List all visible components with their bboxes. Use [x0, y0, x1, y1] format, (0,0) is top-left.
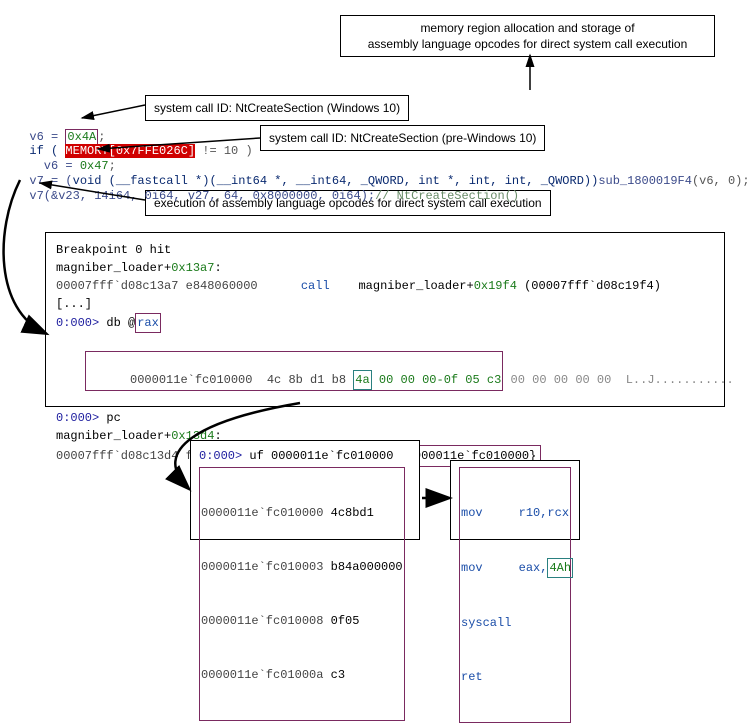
token-args: (v6, 0); [692, 174, 747, 188]
dbg-ascii: 00 00 00 00 00 L..J........... [503, 373, 733, 387]
dbg-cmd: pc [106, 411, 120, 425]
debugger-panel-main: Breakpoint 0 hit magniber_loader+0x13a7:… [45, 232, 725, 407]
dbg-prompt: 0:000> [56, 316, 106, 330]
dbg-hex: 4c8bd1 [331, 506, 374, 520]
dbg-prompt: 0:000> [56, 411, 106, 425]
dbg-ellipsis: [...] [56, 295, 714, 313]
token-comment: // NtCreateSection() [375, 189, 519, 203]
dbg-addr: 0000011e`fc010003 [201, 560, 331, 574]
dbg-text: magniber_loader+ [330, 279, 474, 293]
dbg-addr: 00007fff`d08c13a7 e848060000 [56, 279, 301, 293]
dbg-text: : [214, 261, 221, 275]
highlight-4a-byte: 4a [353, 370, 371, 390]
dbg-hex: 0f05 [331, 614, 360, 628]
dbg-breakpoint: Breakpoint 0 hit [56, 241, 714, 259]
asm-mnemonic: ret [461, 670, 483, 684]
dbg-text: magniber_loader+ [56, 261, 171, 275]
label-memory-allocation: memory region allocation and storage of … [340, 15, 715, 57]
highlight-asm-rows: mov r10,rcx mov eax,4Ah syscall ret [459, 467, 571, 723]
dbg-prompt-db: 0:000> db @rax [56, 313, 714, 333]
label-syscall-win10: system call ID: NtCreateSection (Windows… [145, 95, 409, 121]
dbg-hex: b84a000000 [331, 560, 403, 574]
asm-operands: eax, [519, 561, 548, 575]
uf-row-4: 0000011e`fc01000a c3 [201, 666, 403, 684]
dbg-bytes: 00 00 00-0f 05 [372, 373, 487, 387]
dbg-prompt: 0:000> [199, 449, 249, 463]
dbg-line-call: 00007fff`d08c13a7 e848060000 call magnib… [56, 277, 714, 295]
dbg-byte: 4a [355, 373, 369, 387]
dbg-byte: c3 [487, 373, 501, 387]
dbg-line-module-off: magniber_loader+0x13a7: [56, 259, 714, 277]
asm-row-mov2: mov eax,4Ah [461, 558, 569, 578]
highlight-uf-rows: 0000011e`fc010000 4c8bd1 0000011e`fc0100… [199, 467, 405, 721]
dbg-cmd: uf 0000011e`fc010000 [249, 449, 393, 463]
dbg-addr: 0000011e`fc010000 4c 8b d1 b8 [130, 373, 353, 387]
asm-mnemonic: syscall [461, 616, 511, 630]
dbg-hex: c3 [331, 668, 345, 682]
dbg-text: magniber_loader+ [56, 429, 171, 443]
token-cmp: != 10 ) [195, 144, 253, 158]
dbg-reg: rax [137, 316, 159, 330]
uf-row-3: 0000011e`fc010008 0f05 [201, 612, 403, 630]
dbg-prompt-pc: 0:000> pc [56, 409, 714, 427]
dbg-addr: 0000011e`fc010008 [201, 614, 331, 628]
asm-immediate: 4Ah [549, 561, 571, 575]
asm-row-mov1: mov r10,rcx [461, 504, 569, 522]
uf-row-1: 0000011e`fc010000 4c8bd1 [201, 504, 403, 522]
highlight-memdump: 0000011e`fc010000 4c 8b d1 b8 4a 00 00 0… [85, 351, 504, 391]
dbg-prompt-uf: 0:000> uf 0000011e`fc010000 [199, 447, 411, 465]
asm-row-ret: ret [461, 668, 569, 686]
dbg-addr: 0000011e`fc01000a [201, 668, 331, 682]
dbg-offset: 0x19f4 [474, 279, 517, 293]
token-call: v7(&v23, 14i64, 0i64, v27, 64, 0x8000000… [29, 189, 375, 203]
dbg-cmd: db @ [106, 316, 135, 330]
asm-mnemonic: mov [461, 561, 483, 575]
dbg-mnemonic: call [301, 279, 330, 293]
label-syscall-prewin10: system call ID: NtCreateSection (pre-Win… [260, 125, 545, 151]
asm-operands: r10,rcx [519, 506, 569, 520]
dbg-text: (00007fff`d08c19f4) [517, 279, 661, 293]
assembly-panel: mov r10,rcx mov eax,4Ah syscall ret [450, 460, 580, 540]
src-line-v7-call: v7(&v23, 14i64, 0i64, v27, 64, 0x8000000… [15, 175, 519, 203]
token-func: sub_1800019F4 [598, 174, 692, 188]
asm-row-syscall: syscall [461, 614, 569, 632]
dbg-memory-dump: 0000011e`fc010000 4c 8b d1 b8 4a 00 00 0… [56, 333, 714, 409]
asm-mnemonic: mov [461, 506, 483, 520]
dbg-addr: 0000011e`fc010000 [201, 506, 331, 520]
debugger-panel-uf: 0:000> uf 0000011e`fc010000 0000011e`fc0… [190, 440, 420, 540]
highlight-4ah: 4Ah [547, 558, 573, 578]
highlight-rax: rax [135, 313, 161, 333]
dbg-offset: 0x13a7 [171, 261, 214, 275]
uf-row-2: 0000011e`fc010003 b84a000000 [201, 558, 403, 576]
